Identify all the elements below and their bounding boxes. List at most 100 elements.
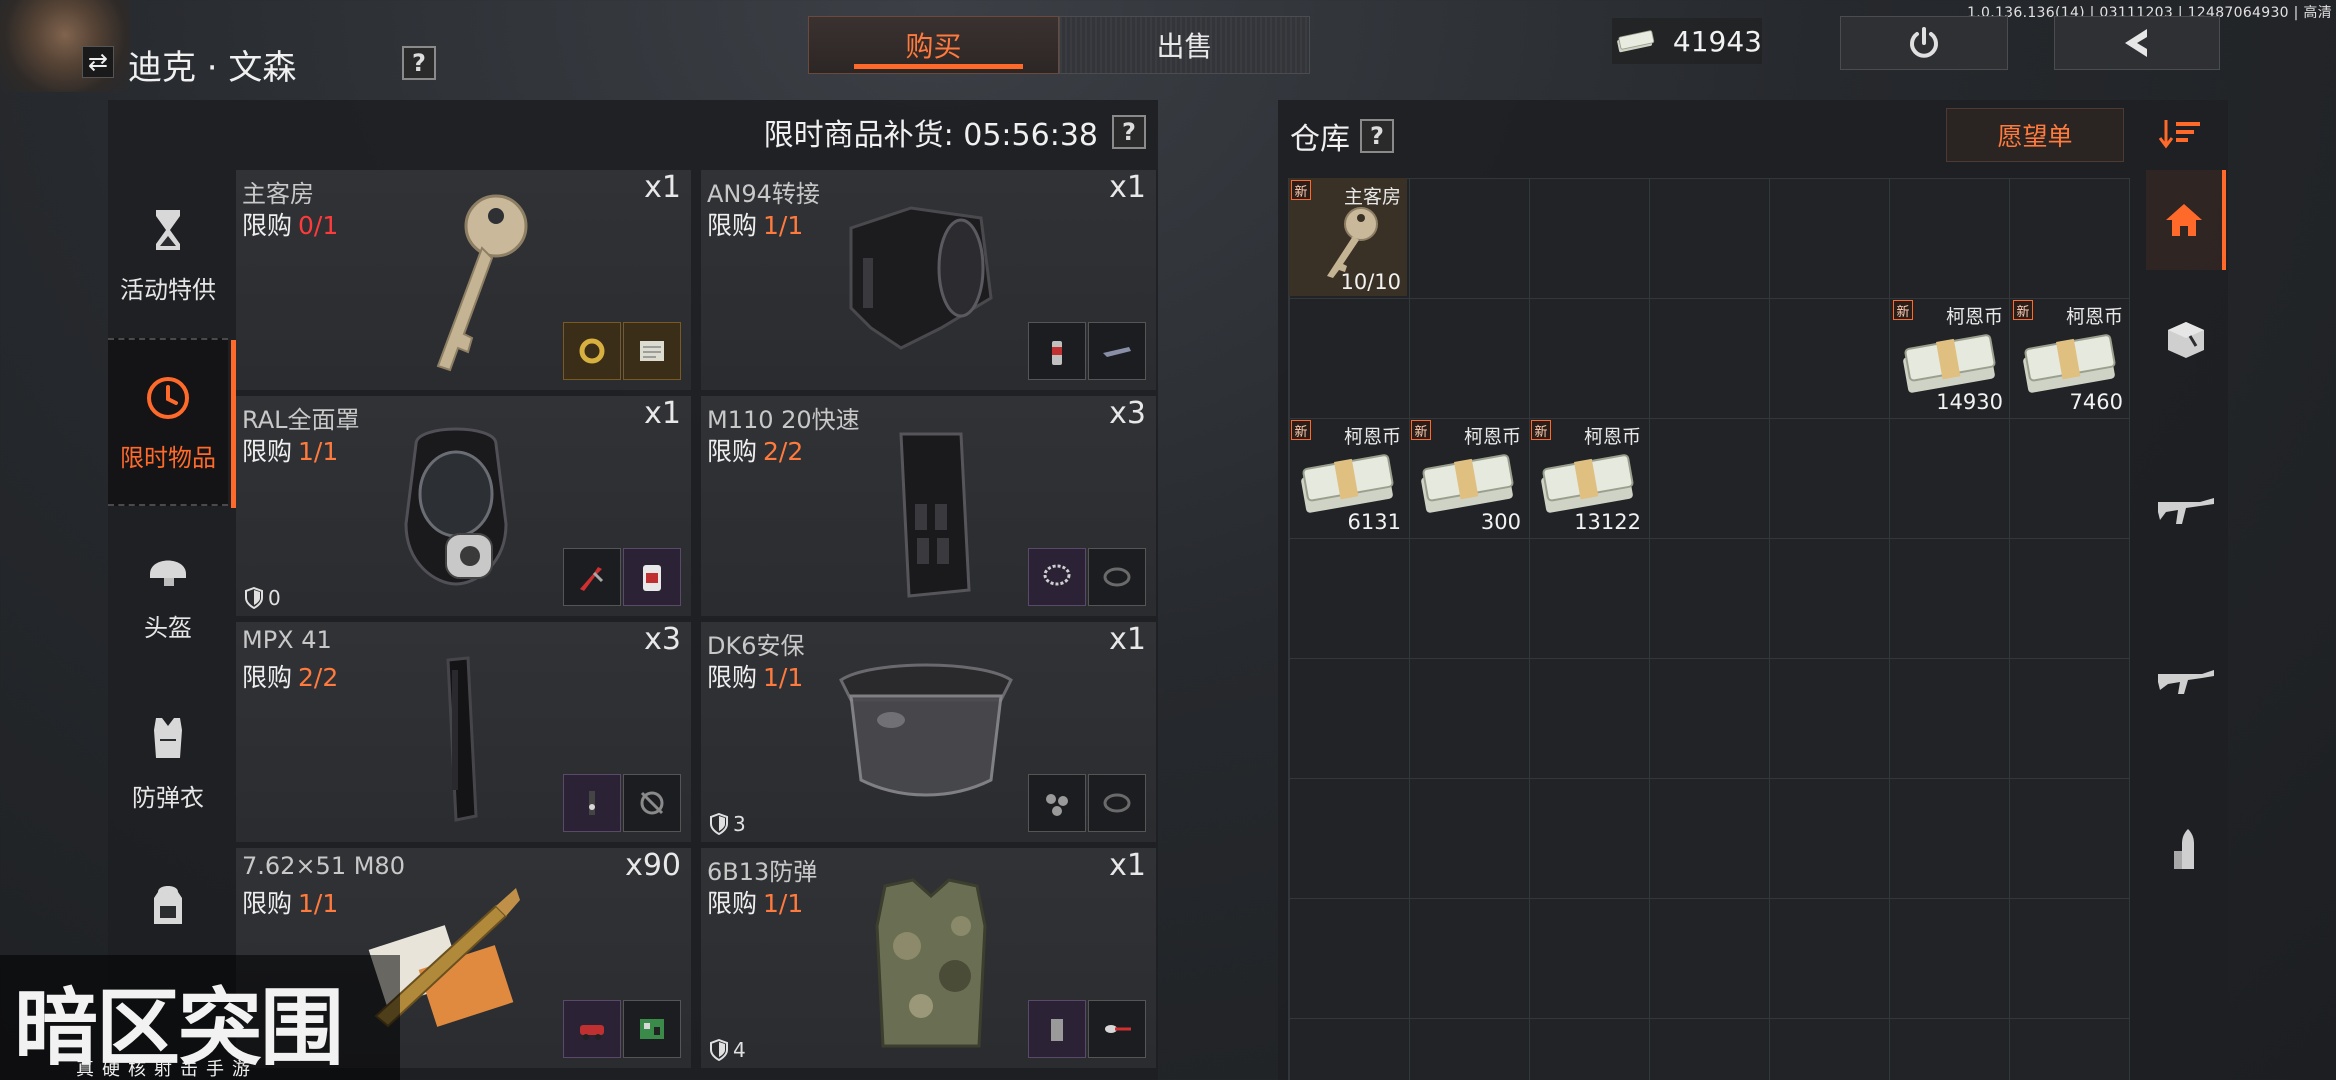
stash-slot[interactable]: 新 柯恩币 14930 [1891, 298, 2009, 416]
tab-buy[interactable]: 购买 [808, 16, 1059, 74]
shop-item-card[interactable]: 6B13防弹 限购 1/1 x1 4 [701, 848, 1156, 1068]
material-list [563, 1000, 681, 1058]
sort-icon[interactable] [2158, 118, 2202, 150]
item-name: DK6安保 [707, 632, 805, 660]
item-limit: 限购 1/1 [707, 889, 804, 918]
cash-icon [1617, 30, 1655, 53]
body-armor-icon [875, 878, 987, 1048]
tag-icon[interactable] [563, 774, 621, 832]
item-limit: 限购 2/2 [707, 437, 804, 466]
slot-name: 柯恩币 [1583, 426, 1641, 448]
item-quantity: x1 [1109, 622, 1146, 657]
gas-mask-icon [404, 427, 508, 586]
item-quantity: x1 [1109, 848, 1146, 883]
wishlist-button[interactable]: 愿望单 [1946, 108, 2124, 162]
new-badge: 新 [1893, 300, 1913, 320]
cube-icon [2168, 322, 2204, 358]
material-list [563, 774, 681, 832]
trader-help-button[interactable]: ? [402, 46, 436, 80]
shop-item-card[interactable]: 主客房 限购 0/1 x1 [236, 170, 691, 390]
item-name: MPX 41 [242, 626, 332, 654]
item-limit: 限购 0/1 [242, 211, 339, 240]
backpack-icon [154, 886, 182, 924]
shop-item-card[interactable]: DK6安保 限购 1/1 x1 3 [701, 622, 1156, 842]
category-helmets[interactable]: 头盔 [108, 508, 228, 676]
filter-ammo[interactable] [2146, 800, 2226, 900]
stash-panel: 仓库 ? 愿望单 新 主客房 10/10 新 柯恩币 14930 新 柯恩币 7… [1278, 100, 2228, 1080]
spray-can-icon[interactable] [1028, 322, 1086, 380]
stash-filter-column [2136, 170, 2228, 1080]
stash-slot[interactable]: 新 柯恩币 300 [1409, 418, 1527, 536]
pliers-icon[interactable] [563, 548, 621, 606]
helmet-icon [150, 560, 186, 586]
stash-slot[interactable]: 新 柯恩币 6131 [1289, 418, 1407, 536]
power-button[interactable] [1840, 16, 2008, 70]
new-badge: 新 [1411, 420, 1431, 440]
cable-icon[interactable] [1088, 548, 1146, 606]
stash-slot[interactable]: 新 主客房 10/10 [1289, 178, 1407, 296]
game-logo: 暗区突围 真硬核射击手游 [0, 955, 400, 1080]
shop-item-card[interactable]: AN94转接 限购 1/1 x1 [701, 170, 1156, 390]
rifle-part-icon[interactable] [1088, 322, 1146, 380]
back-chevron-icon [2125, 29, 2147, 57]
slot-name: 柯恩币 [1463, 426, 1521, 448]
category-body-armor[interactable]: 防弹衣 [108, 678, 228, 846]
paper-icon[interactable] [623, 322, 681, 380]
circuit-board-icon[interactable] [623, 1000, 681, 1058]
stash-slot[interactable]: 新 柯恩币 7460 [2011, 298, 2129, 416]
filter-assault-rifles[interactable] [2146, 460, 2226, 560]
gold-ring-icon[interactable] [563, 322, 621, 380]
tab-sell[interactable]: 出售 [1059, 16, 1310, 74]
shop-item-card[interactable]: RAL全面罩 限购 1/1 x1 0 [236, 396, 691, 616]
cable-icon[interactable] [1088, 774, 1146, 832]
slot-count: 300 [1480, 510, 1521, 534]
item-name: AN94转接 [707, 180, 820, 208]
filter-containers[interactable] [2146, 290, 2226, 390]
armor-level: 3 [709, 812, 746, 836]
filter-rifles[interactable] [2146, 630, 2226, 730]
necklace-icon[interactable] [1028, 548, 1086, 606]
material-list [563, 548, 681, 606]
toy-car-icon[interactable] [563, 1000, 621, 1058]
item-quantity: x3 [1109, 396, 1146, 431]
material-list [1028, 774, 1146, 832]
item-limit: 限购 1/1 [707, 663, 804, 692]
spoon-icon[interactable] [1088, 1000, 1146, 1058]
shield-icon [710, 813, 728, 835]
new-badge: 新 [2013, 300, 2033, 320]
compass-icon[interactable] [623, 774, 681, 832]
item-limit: 限购 1/1 [242, 437, 339, 466]
stash-help-button[interactable]: ? [1360, 119, 1394, 153]
assault-rifle-icon [2158, 498, 2214, 524]
slot-count: 10/10 [1340, 270, 1401, 294]
swap-icon[interactable]: ⇄ [82, 46, 114, 78]
item-quantity: x1 [1109, 170, 1146, 205]
battery-icon[interactable] [1028, 1000, 1086, 1058]
stash-slot[interactable]: 新 柯恩币 13122 [1529, 418, 1647, 536]
item-quantity: x90 [625, 848, 681, 883]
category-event-offers[interactable]: 活动特供 [108, 170, 228, 338]
restock-label: 限时商品补货: 05:56:38 [763, 118, 1098, 153]
restock-help-button[interactable]: ? [1112, 115, 1146, 149]
category-limited-items[interactable]: 限时物品 [108, 338, 236, 508]
slot-name: 柯恩币 [2065, 306, 2123, 328]
item-name: 主客房 [242, 180, 314, 208]
shop-item-card[interactable]: MPX 41 限购 2/2 x3 [236, 622, 691, 842]
key-icon [1327, 207, 1378, 278]
new-badge: 新 [1531, 420, 1551, 440]
key-icon [436, 194, 528, 372]
armor-level: 4 [709, 1038, 746, 1062]
slot-name: 主客房 [1343, 186, 1401, 208]
magazine-icon [899, 432, 971, 598]
power-icon [1910, 27, 1938, 58]
snack-bag-icon[interactable] [623, 548, 681, 606]
back-button[interactable] [2054, 16, 2220, 70]
restock-timer: 限时商品补货: 05:56:38 ? [764, 110, 1146, 154]
filter-home[interactable] [2146, 170, 2226, 270]
shop-item-card[interactable]: M110 20快速 限购 2/2 x3 [701, 396, 1156, 616]
visor-icon [839, 663, 1013, 797]
parts-icon[interactable] [1028, 774, 1086, 832]
trade-tabs: 购买 出售 [808, 16, 1310, 74]
item-limit: 限购 1/1 [707, 211, 804, 240]
slot-name: 柯恩币 [1343, 426, 1401, 448]
